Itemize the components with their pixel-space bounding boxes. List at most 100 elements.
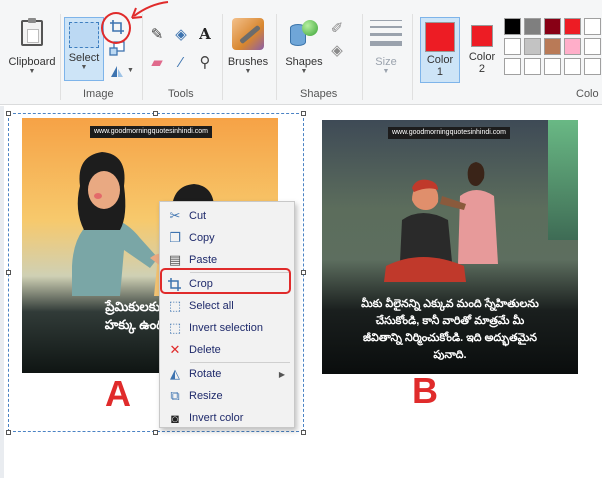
brushes-label: Brushes xyxy=(227,56,269,68)
size-button[interactable]: Size ▼ xyxy=(366,18,406,75)
selection-handle[interactable] xyxy=(301,430,306,435)
menu-item-paste-label: Paste xyxy=(189,254,218,266)
crop-highlight-annotation xyxy=(160,268,291,294)
text-tool-icon[interactable]: A xyxy=(196,25,214,43)
canvas-left-edge xyxy=(0,106,4,478)
menu-item-select-all-label: Select all xyxy=(189,300,234,312)
color-swatch[interactable] xyxy=(584,18,601,35)
selection-handle[interactable] xyxy=(153,430,158,435)
scissors-icon: ✂ xyxy=(169,208,181,223)
rotate-dropdown-icon[interactable]: ▼ xyxy=(127,67,134,74)
color-swatch[interactable] xyxy=(544,18,561,35)
separator xyxy=(60,14,61,100)
selection-handle[interactable] xyxy=(153,111,158,116)
image-b-watermark-url: www.goodmorningquotesinhindi.com xyxy=(388,127,510,139)
color-swatch[interactable] xyxy=(544,38,561,55)
select-all-icon: ⬚ xyxy=(168,298,182,313)
outline-icon[interactable]: ✐ xyxy=(328,20,346,38)
fill-bucket-icon[interactable]: ◈ xyxy=(172,26,190,44)
menu-item-resize[interactable]: ⧉ Resize xyxy=(161,385,293,407)
image-b-quote-line3: జీవితాన్ని నిర్మించుకోండి. ఇది అద్భుతమైన xyxy=(362,332,538,344)
color-swatch[interactable] xyxy=(504,18,521,35)
annotation-arrow xyxy=(131,1,169,19)
select-dropdown-icon: ▼ xyxy=(80,64,88,71)
size-dropdown-icon: ▼ xyxy=(382,68,390,75)
menu-item-invert-color[interactable]: ◙ Invert color xyxy=(161,407,293,429)
selection-handle[interactable] xyxy=(6,270,11,275)
separator xyxy=(362,14,363,100)
line-size-icon xyxy=(370,18,402,48)
menu-item-cut-label: Cut xyxy=(189,210,207,222)
color1-button[interactable]: Color 1 xyxy=(420,17,460,83)
color-swatch[interactable] xyxy=(524,18,541,35)
color-swatch[interactable] xyxy=(524,38,541,55)
brushes-dropdown-icon: ▼ xyxy=(244,68,252,75)
clipboard-button[interactable]: Clipboard ▼ xyxy=(6,18,58,75)
separator xyxy=(276,14,277,100)
color-picker-icon[interactable]: ⁄ xyxy=(172,54,190,72)
menu-item-delete[interactable]: ✕ Delete xyxy=(161,339,293,361)
color1-number: 1 xyxy=(436,66,444,78)
menu-item-rotate-label: Rotate xyxy=(189,368,222,380)
menu-item-delete-label: Delete xyxy=(189,344,221,356)
selection-handle[interactable] xyxy=(301,270,306,275)
color2-label: Color xyxy=(468,51,496,63)
brushes-button[interactable]: Brushes ▼ xyxy=(226,18,270,75)
clipboard-label: Clipboard xyxy=(8,56,56,68)
select-button[interactable]: Select ▼ xyxy=(64,17,104,81)
selection-handle[interactable] xyxy=(6,111,11,116)
selection-handle[interactable] xyxy=(6,430,11,435)
color-swatch[interactable] xyxy=(504,58,521,75)
separator xyxy=(412,14,413,100)
shapes-group-label: Shapes xyxy=(300,88,338,100)
separator xyxy=(142,14,143,100)
menu-item-invert-selection-label: Invert selection xyxy=(189,322,263,334)
menu-item-copy-label: Copy xyxy=(189,232,215,244)
color-swatch[interactable] xyxy=(524,58,541,75)
menu-item-cut[interactable]: ✂ Cut xyxy=(161,205,293,227)
select-rect-icon xyxy=(69,22,99,48)
invert-color-icon: ◙ xyxy=(171,410,179,426)
rotate-icon: ◭ xyxy=(170,366,180,381)
label-a: A xyxy=(105,373,131,414)
menu-item-invert-color-label: Invert color xyxy=(189,412,244,424)
annotation-circle xyxy=(101,12,131,44)
color1-label: Color xyxy=(426,54,454,66)
colors-group-label: Colo xyxy=(576,88,599,100)
ribbon: Clipboard ▼ Select ▼ ▼ Image ✎ ◈ A ▰ ⁄ ⚲… xyxy=(0,0,602,105)
menu-item-select-all[interactable]: ⬚ Select all xyxy=(161,295,293,317)
shapes-icon xyxy=(288,18,320,50)
shapes-dropdown-icon: ▼ xyxy=(300,68,308,75)
color-swatch[interactable] xyxy=(584,38,601,55)
image-b[interactable]: www.goodmorningquotesinhindi.com మీకు వీ… xyxy=(322,120,578,374)
menu-item-invert-selection[interactable]: ⬚ Invert selection xyxy=(161,317,293,339)
menu-item-copy[interactable]: ❐ Copy xyxy=(161,227,293,249)
shape-fill-icon[interactable]: ◈ xyxy=(328,42,346,60)
magnifier-icon[interactable]: ⚲ xyxy=(196,54,214,72)
size-label: Size xyxy=(375,56,397,68)
image-b-quote-line4: పునాది. xyxy=(433,349,467,361)
menu-item-resize-label: Resize xyxy=(189,390,223,402)
color2-button[interactable]: Color 2 xyxy=(464,17,500,75)
menu-item-rotate[interactable]: ◭ Rotate ▶ xyxy=(161,363,293,385)
image-group-label: Image xyxy=(83,88,114,100)
shapes-button[interactable]: Shapes ▼ xyxy=(282,18,326,75)
submenu-arrow-icon: ▶ xyxy=(278,369,285,379)
color-palette xyxy=(504,18,601,75)
selection-handle[interactable] xyxy=(301,111,306,116)
rotate-icon[interactable] xyxy=(109,63,125,79)
brush-icon xyxy=(232,18,264,50)
color-swatch[interactable] xyxy=(564,18,581,35)
color-swatch[interactable] xyxy=(544,58,561,75)
label-b: B xyxy=(412,370,438,411)
color-swatch[interactable] xyxy=(564,38,581,55)
image-b-illustration xyxy=(384,162,498,282)
color-swatch[interactable] xyxy=(584,58,601,75)
pencil-icon[interactable]: ✎ xyxy=(148,26,166,44)
eraser-icon[interactable]: ▰ xyxy=(148,54,166,72)
color-swatch[interactable] xyxy=(564,58,581,75)
image-b-quote-line2: చేసుకోండి, కానీ వారితో మాత్రమే మీ xyxy=(375,315,525,327)
separator xyxy=(222,14,223,100)
clipboard-icon xyxy=(21,18,43,46)
color-swatch[interactable] xyxy=(504,38,521,55)
